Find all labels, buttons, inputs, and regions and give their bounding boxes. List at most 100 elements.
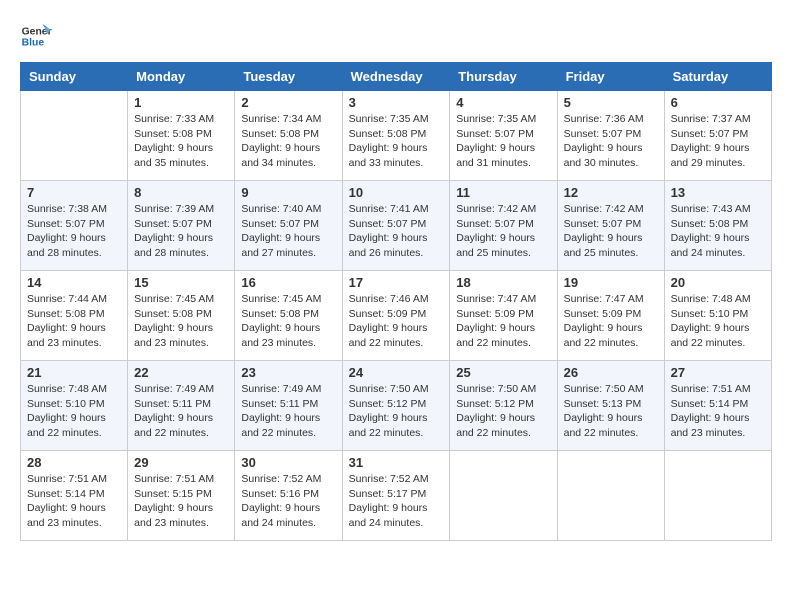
day-info: Sunrise: 7:50 AMSunset: 5:12 PMDaylight:…	[349, 382, 444, 441]
day-info: Sunrise: 7:45 AMSunset: 5:08 PMDaylight:…	[241, 292, 335, 351]
day-info: Sunrise: 7:50 AMSunset: 5:12 PMDaylight:…	[456, 382, 550, 441]
day-number: 8	[134, 185, 228, 200]
logo-icon: General Blue	[20, 20, 52, 52]
day-number: 10	[349, 185, 444, 200]
day-info: Sunrise: 7:39 AMSunset: 5:07 PMDaylight:…	[134, 202, 228, 261]
day-info: Sunrise: 7:43 AMSunset: 5:08 PMDaylight:…	[671, 202, 765, 261]
day-info: Sunrise: 7:51 AMSunset: 5:15 PMDaylight:…	[134, 472, 228, 531]
calendar-cell: 26 Sunrise: 7:50 AMSunset: 5:13 PMDayligh…	[557, 361, 664, 451]
day-number: 26	[564, 365, 658, 380]
day-number: 9	[241, 185, 335, 200]
day-number: 22	[134, 365, 228, 380]
day-number: 5	[564, 95, 658, 110]
calendar-cell: 23 Sunrise: 7:49 AMSunset: 5:11 PMDayligh…	[235, 361, 342, 451]
calendar-cell: 24Sunrise: 7:50 AMSunset: 5:12 PMDayligh…	[342, 361, 450, 451]
calendar-cell: 7 Sunrise: 7:38 AMSunset: 5:07 PMDaylight…	[21, 181, 128, 271]
day-number: 2	[241, 95, 335, 110]
calendar-cell: 15Sunrise: 7:45 AMSunset: 5:08 PMDayligh…	[128, 271, 235, 361]
day-info: Sunrise: 7:42 AMSunset: 5:07 PMDaylight:…	[564, 202, 658, 261]
calendar-cell: 9 Sunrise: 7:40 AMSunset: 5:07 PMDaylight…	[235, 181, 342, 271]
header-row: SundayMondayTuesdayWednesdayThursdayFrid…	[21, 63, 772, 91]
calendar-cell: 14 Sunrise: 7:44 AMSunset: 5:08 PMDayligh…	[21, 271, 128, 361]
calendar-cell: 20 Sunrise: 7:48 AMSunset: 5:10 PMDayligh…	[664, 271, 771, 361]
day-info: Sunrise: 7:52 AMSunset: 5:17 PMDaylight:…	[349, 472, 444, 531]
day-number: 11	[456, 185, 550, 200]
calendar-cell: 11Sunrise: 7:42 AMSunset: 5:07 PMDayligh…	[450, 181, 557, 271]
week-row-2: 7 Sunrise: 7:38 AMSunset: 5:07 PMDaylight…	[21, 181, 772, 271]
logo: General Blue	[20, 20, 52, 52]
day-number: 30	[241, 455, 335, 470]
day-info: Sunrise: 7:51 AMSunset: 5:14 PMDaylight:…	[671, 382, 765, 441]
day-number: 7	[27, 185, 121, 200]
calendar-cell: 13 Sunrise: 7:43 AMSunset: 5:08 PMDayligh…	[664, 181, 771, 271]
day-info: Sunrise: 7:49 AMSunset: 5:11 PMDaylight:…	[241, 382, 335, 441]
day-info: Sunrise: 7:47 AMSunset: 5:09 PMDaylight:…	[564, 292, 658, 351]
day-info: Sunrise: 7:33 AMSunset: 5:08 PMDaylight:…	[134, 112, 228, 171]
calendar-cell: 5 Sunrise: 7:36 AMSunset: 5:07 PMDaylight…	[557, 91, 664, 181]
day-info: Sunrise: 7:50 AMSunset: 5:13 PMDaylight:…	[564, 382, 658, 441]
calendar-cell: 18 Sunrise: 7:47 AMSunset: 5:09 PMDayligh…	[450, 271, 557, 361]
calendar-body: 1 Sunrise: 7:33 AMSunset: 5:08 PMDaylight…	[21, 91, 772, 541]
day-info: Sunrise: 7:44 AMSunset: 5:08 PMDaylight:…	[27, 292, 121, 351]
day-info: Sunrise: 7:48 AMSunset: 5:10 PMDaylight:…	[27, 382, 121, 441]
day-number: 4	[456, 95, 550, 110]
calendar-cell	[21, 91, 128, 181]
calendar-cell: 21 Sunrise: 7:48 AMSunset: 5:10 PMDayligh…	[21, 361, 128, 451]
calendar-header: SundayMondayTuesdayWednesdayThursdayFrid…	[21, 63, 772, 91]
day-info: Sunrise: 7:46 AMSunset: 5:09 PMDaylight:…	[349, 292, 444, 351]
calendar-cell	[557, 451, 664, 541]
day-info: Sunrise: 7:48 AMSunset: 5:10 PMDaylight:…	[671, 292, 765, 351]
week-row-3: 14 Sunrise: 7:44 AMSunset: 5:08 PMDayligh…	[21, 271, 772, 361]
day-info: Sunrise: 7:35 AMSunset: 5:07 PMDaylight:…	[456, 112, 550, 171]
day-info: Sunrise: 7:34 AMSunset: 5:08 PMDaylight:…	[241, 112, 335, 171]
calendar-cell: 16 Sunrise: 7:45 AMSunset: 5:08 PMDayligh…	[235, 271, 342, 361]
calendar-cell: 22 Sunrise: 7:49 AMSunset: 5:11 PMDayligh…	[128, 361, 235, 451]
day-info: Sunrise: 7:40 AMSunset: 5:07 PMDaylight:…	[241, 202, 335, 261]
calendar-cell: 29Sunrise: 7:51 AMSunset: 5:15 PMDayligh…	[128, 451, 235, 541]
calendar-cell: 28Sunrise: 7:51 AMSunset: 5:14 PMDayligh…	[21, 451, 128, 541]
day-number: 18	[456, 275, 550, 290]
day-number: 23	[241, 365, 335, 380]
header-day-wednesday: Wednesday	[342, 63, 450, 91]
calendar-cell: 2 Sunrise: 7:34 AMSunset: 5:08 PMDaylight…	[235, 91, 342, 181]
day-number: 12	[564, 185, 658, 200]
day-number: 20	[671, 275, 765, 290]
day-info: Sunrise: 7:36 AMSunset: 5:07 PMDaylight:…	[564, 112, 658, 171]
day-number: 15	[134, 275, 228, 290]
header-day-tuesday: Tuesday	[235, 63, 342, 91]
day-info: Sunrise: 7:49 AMSunset: 5:11 PMDaylight:…	[134, 382, 228, 441]
calendar-cell	[664, 451, 771, 541]
day-info: Sunrise: 7:38 AMSunset: 5:07 PMDaylight:…	[27, 202, 121, 261]
calendar-cell	[450, 451, 557, 541]
calendar-cell: 4 Sunrise: 7:35 AMSunset: 5:07 PMDaylight…	[450, 91, 557, 181]
week-row-4: 21 Sunrise: 7:48 AMSunset: 5:10 PMDayligh…	[21, 361, 772, 451]
day-number: 16	[241, 275, 335, 290]
header-day-sunday: Sunday	[21, 63, 128, 91]
day-number: 13	[671, 185, 765, 200]
day-number: 27	[671, 365, 765, 380]
calendar-cell: 1 Sunrise: 7:33 AMSunset: 5:08 PMDaylight…	[128, 91, 235, 181]
calendar-cell: 27 Sunrise: 7:51 AMSunset: 5:14 PMDayligh…	[664, 361, 771, 451]
week-row-5: 28Sunrise: 7:51 AMSunset: 5:14 PMDayligh…	[21, 451, 772, 541]
header-day-monday: Monday	[128, 63, 235, 91]
header-day-saturday: Saturday	[664, 63, 771, 91]
day-number: 14	[27, 275, 121, 290]
day-info: Sunrise: 7:52 AMSunset: 5:16 PMDaylight:…	[241, 472, 335, 531]
calendar-cell: 25Sunrise: 7:50 AMSunset: 5:12 PMDayligh…	[450, 361, 557, 451]
page-header: General Blue	[20, 20, 772, 52]
day-info: Sunrise: 7:35 AMSunset: 5:08 PMDaylight:…	[349, 112, 444, 171]
calendar-cell: 12 Sunrise: 7:42 AMSunset: 5:07 PMDayligh…	[557, 181, 664, 271]
svg-text:Blue: Blue	[22, 38, 45, 49]
calendar-cell: 8 Sunrise: 7:39 AMSunset: 5:07 PMDaylight…	[128, 181, 235, 271]
day-number: 6	[671, 95, 765, 110]
day-number: 21	[27, 365, 121, 380]
calendar-cell: 30 Sunrise: 7:52 AMSunset: 5:16 PMDayligh…	[235, 451, 342, 541]
calendar-cell: 31Sunrise: 7:52 AMSunset: 5:17 PMDayligh…	[342, 451, 450, 541]
day-number: 1	[134, 95, 228, 110]
day-number: 19	[564, 275, 658, 290]
calendar-cell: 6Sunrise: 7:37 AMSunset: 5:07 PMDaylight…	[664, 91, 771, 181]
header-day-thursday: Thursday	[450, 63, 557, 91]
header-day-friday: Friday	[557, 63, 664, 91]
calendar-cell: 17Sunrise: 7:46 AMSunset: 5:09 PMDayligh…	[342, 271, 450, 361]
day-info: Sunrise: 7:47 AMSunset: 5:09 PMDaylight:…	[456, 292, 550, 351]
